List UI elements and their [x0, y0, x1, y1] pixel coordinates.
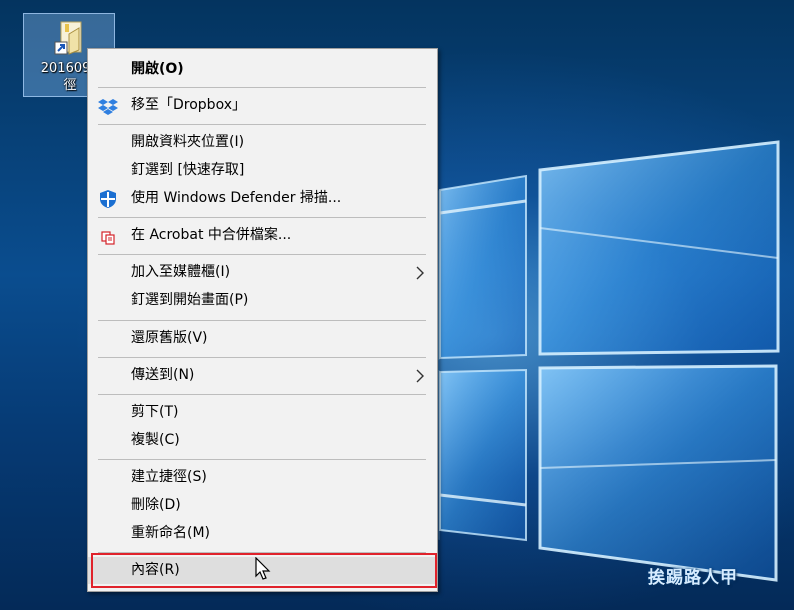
dropbox-icon [98, 99, 118, 115]
menu-item-create-shortcut[interactable]: 建立捷徑(S) [88, 464, 437, 491]
acrobat-icon [101, 231, 115, 245]
watermark-text: 挨踢路人甲 [648, 568, 738, 588]
menu-item-label: 使用 Windows Defender 掃描... [131, 190, 342, 206]
menu-item-label: 剪下(T) [131, 404, 179, 420]
menu-item-open[interactable]: 開啟(O) [88, 56, 437, 83]
menu-item-label: 還原舊版(V) [131, 330, 208, 346]
menu-item-label: 刪除(D) [131, 497, 181, 513]
shortcut-folder-icon [54, 21, 82, 55]
desktop: 201609 - 徑 開啟(O) 移至「Dropbox」 開啟資料夾位置(I) … [0, 0, 794, 610]
menu-item-rename[interactable]: 重新命名(M) [88, 520, 437, 547]
menu-separator [98, 357, 426, 358]
menu-item-label: 複製(C) [131, 432, 180, 448]
menu-item-label: 開啟資料夾位置(I) [131, 134, 245, 150]
menu-item-label: 移至「Dropbox」 [131, 97, 246, 113]
menu-item-add-to-library[interactable]: 加入至媒體櫃(I) [88, 259, 437, 286]
menu-item-label: 建立捷徑(S) [131, 469, 207, 485]
menu-item-pin-quick-access[interactable]: 釘選到 [快速存取] [88, 157, 437, 184]
menu-item-delete[interactable]: 刪除(D) [88, 492, 437, 519]
menu-separator [98, 394, 426, 395]
menu-item-cut[interactable]: 剪下(T) [88, 399, 437, 426]
menu-item-open-folder-location[interactable]: 開啟資料夾位置(I) [88, 129, 437, 156]
menu-item-label: 在 Acrobat 中合併檔案... [131, 227, 292, 243]
menu-separator [98, 124, 426, 125]
menu-item-acrobat-combine[interactable]: 在 Acrobat 中合併檔案... [88, 222, 437, 249]
menu-item-copy[interactable]: 複製(C) [88, 427, 437, 454]
menu-item-label: 釘選到 [快速存取] [131, 162, 245, 178]
menu-item-send-to[interactable]: 傳送到(N) [88, 362, 437, 389]
menu-item-defender-scan[interactable]: 使用 Windows Defender 掃描... [88, 185, 437, 212]
chevron-right-icon [416, 369, 424, 383]
menu-separator [98, 217, 426, 218]
context-menu: 開啟(O) 移至「Dropbox」 開啟資料夾位置(I) 釘選到 [快速存取] [87, 48, 438, 592]
menu-separator [98, 87, 426, 88]
menu-item-pin-to-start[interactable]: 釘選到開始畫面(P) [88, 287, 437, 314]
menu-item-label: 重新命名(M) [131, 525, 211, 541]
menu-item-label: 開啟(O) [131, 61, 184, 77]
menu-item-label: 釘選到開始畫面(P) [131, 292, 249, 308]
menu-separator [98, 254, 426, 255]
menu-item-label: 傳送到(N) [131, 367, 195, 383]
mouse-cursor-icon [255, 557, 271, 580]
windows-defender-shield-icon [100, 190, 116, 208]
menu-item-restore-previous[interactable]: 還原舊版(V) [88, 325, 437, 352]
menu-item-label: 加入至媒體櫃(I) [131, 264, 231, 280]
menu-item-move-to-dropbox[interactable]: 移至「Dropbox」 [88, 92, 437, 119]
menu-separator [98, 459, 426, 460]
menu-separator [98, 320, 426, 321]
chevron-right-icon [416, 266, 424, 280]
